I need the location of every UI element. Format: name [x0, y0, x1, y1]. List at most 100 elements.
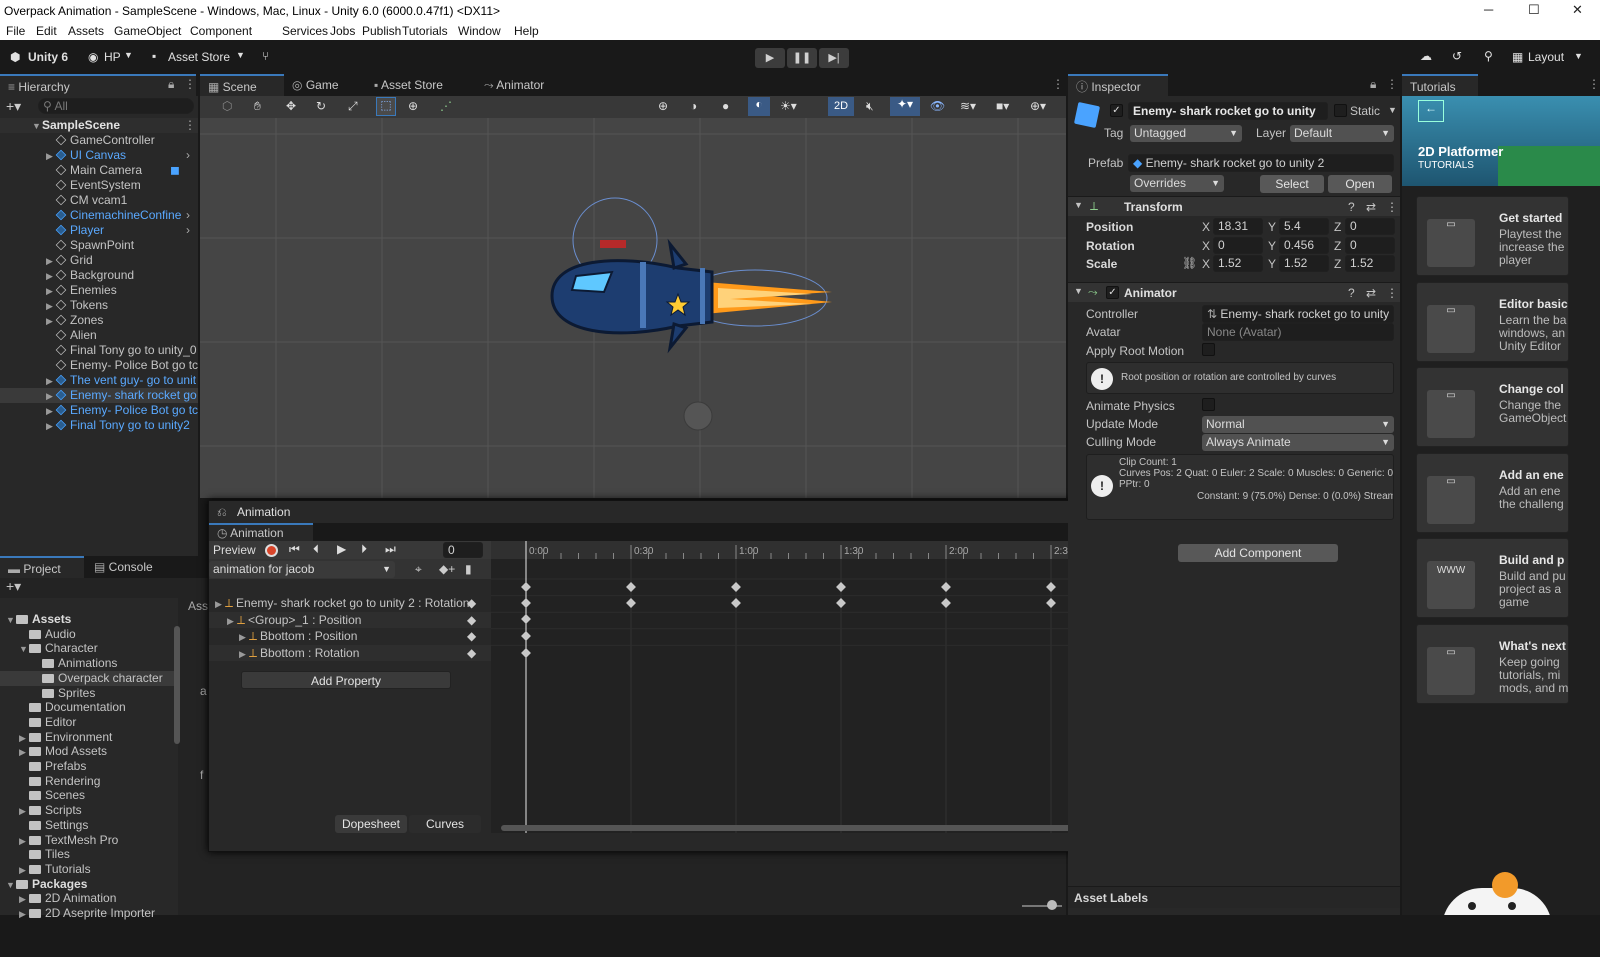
expand-arrow-icon[interactable]: ▶	[46, 389, 56, 403]
help-icon[interactable]: ?	[1348, 286, 1355, 300]
more-icon[interactable]: ⋮	[1588, 77, 1600, 91]
more-icon[interactable]: ⋮	[184, 77, 196, 91]
menu-tutorials[interactable]: Tutorials	[402, 24, 448, 38]
hierarchy-item[interactable]: CM vcam1	[0, 193, 198, 208]
add-event-icon[interactable]: ▮	[465, 562, 472, 576]
next-key-icon[interactable]: ⏵	[361, 542, 367, 557]
expand-arrow-icon[interactable]: ▼	[19, 642, 29, 656]
animation-property-row[interactable]: ▶ ⟂ <Group>_1 : Position ◆	[209, 611, 491, 628]
hierarchy-item[interactable]: SpawnPoint	[0, 238, 198, 253]
project-folder[interactable]: Audio	[0, 627, 178, 642]
hierarchy-item[interactable]: ▶ Final Tony go to unity2	[0, 418, 198, 433]
project-folder[interactable]: Editor	[0, 715, 178, 730]
project-folder[interactable]: ▼ Character	[0, 641, 178, 656]
hand-icon[interactable]: ✋︎	[254, 99, 261, 114]
project-folder[interactable]: Overpack character	[0, 670, 178, 686]
maximize-icon[interactable]: ☐	[1528, 2, 1540, 18]
hierarchy-item[interactable]: Alien	[0, 328, 198, 343]
chevron-right-icon[interactable]: ›	[186, 223, 190, 238]
more-icon[interactable]: ⋮	[1386, 77, 1398, 91]
global-icon[interactable]: ⊕	[658, 99, 668, 113]
active-checkbox[interactable]: ✓	[1110, 104, 1123, 117]
zoom-slider-thumb[interactable]	[1047, 900, 1057, 910]
avatar-field[interactable]: None (Avatar)	[1202, 323, 1394, 341]
animate-physics-checkbox[interactable]	[1202, 398, 1215, 411]
layers-icon[interactable]: ≋▾	[960, 99, 976, 113]
animation-property-row[interactable]: ▶ ⟂ Enemy- shark rocket go to unity 2 : Ro…	[209, 595, 491, 611]
hierarchy-item[interactable]: ▶ Zones	[0, 313, 198, 328]
position-x-field[interactable]: 18.31	[1213, 218, 1263, 235]
rotation-y-field[interactable]: 0.456	[1279, 236, 1329, 254]
expand-arrow-icon[interactable]: ▶	[46, 269, 56, 283]
project-folder[interactable]: ▶ 2D Aseprite Importer	[0, 906, 178, 921]
scale-z-field[interactable]: 1.52	[1345, 255, 1395, 272]
chevron-down-icon[interactable]: ▼	[1388, 105, 1397, 115]
hierarchy-item[interactable]: ▶ The vent guy- go to unit	[0, 373, 198, 388]
tag-dropdown[interactable]: Untagged ▼	[1130, 125, 1242, 142]
expand-arrow-icon[interactable]: ▶	[239, 629, 249, 644]
project-folder[interactable]: ▶ 2D Animation	[0, 891, 178, 906]
close-icon[interactable]: ✕	[1572, 2, 1583, 18]
add-property-button[interactable]: Add Property	[241, 671, 451, 689]
expand-arrow-icon[interactable]: ▶	[239, 646, 249, 661]
key-toggle-icon[interactable]: ◆	[467, 628, 476, 644]
expand-arrow-icon[interactable]: ▶	[215, 596, 225, 611]
expand-arrow-icon[interactable]: ▶	[46, 284, 56, 298]
hierarchy-item[interactable]: EventSystem	[0, 178, 198, 193]
open-button[interactable]: Open	[1328, 175, 1392, 193]
project-folder[interactable]: Sprites	[0, 686, 178, 701]
project-folder[interactable]: ▶ Tutorials	[0, 862, 178, 877]
prev-key-icon[interactable]: ⏴	[313, 542, 319, 557]
hierarchy-item[interactable]: ▶ Enemies	[0, 283, 198, 298]
expand-arrow-icon[interactable]: ▶	[46, 404, 56, 418]
scene-row[interactable]: ▼SampleScene ⋮	[0, 118, 198, 133]
preset-icon[interactable]: ⇄	[1366, 200, 1376, 214]
project-folder[interactable]: ▼ Assets	[0, 612, 178, 627]
expand-arrow-icon[interactable]: ▶	[19, 804, 29, 818]
project-folder[interactable]: Animations	[0, 656, 178, 671]
tab-asset-store[interactable]: ▪ Asset Store	[366, 74, 451, 96]
hierarchy-item[interactable]: ▶ Background	[0, 268, 198, 283]
effects-icon[interactable]: ✦▾	[890, 97, 920, 116]
hierarchy-item[interactable]: ▶ UI Canvas ›	[0, 148, 198, 163]
camera-icon[interactable]: ■▾	[996, 99, 1009, 113]
play-icon[interactable]: ▶	[337, 542, 346, 556]
tab-scene[interactable]: ▦ Scene	[200, 74, 284, 96]
apply-root-checkbox[interactable]	[1202, 343, 1215, 356]
tutorial-card[interactable]: ▭ Change col Change the GameObject	[1416, 367, 1569, 447]
hierarchy-item[interactable]: Final Tony go to unity_0	[0, 343, 198, 358]
project-folder[interactable]: ▼ Packages	[0, 877, 178, 892]
project-folder[interactable]: ▶ TextMesh Pro	[0, 833, 178, 848]
tab-hierarchy[interactable]: ≡ Hierarchy	[0, 74, 196, 96]
hierarchy-item[interactable]: Player ›	[0, 223, 198, 238]
link-icon[interactable]: ⛓	[1182, 256, 1197, 270]
culling-mode-dropdown[interactable]: Always Animate ▼	[1202, 434, 1394, 451]
project-folder[interactable]: ▶ Scripts	[0, 803, 178, 818]
expand-arrow-icon[interactable]: ▶	[19, 731, 29, 745]
tab-tutorials[interactable]: Tutorials	[1402, 74, 1478, 96]
more-icon[interactable]: ⋮	[1052, 77, 1064, 91]
key-toggle-icon[interactable]: ◆	[467, 645, 476, 661]
tutorial-card[interactable]: WWW Build and p Build and pu project as a …	[1416, 538, 1569, 618]
scale-icon[interactable]: ⤢	[348, 99, 358, 114]
tab-game[interactable]: ◎ Game	[284, 74, 347, 96]
expand-arrow-icon[interactable]: ▶	[46, 374, 56, 388]
hierarchy-item[interactable]: ▶ Enemy- Police Bot go tc	[0, 403, 198, 418]
scale-x-field[interactable]: 1.52	[1213, 255, 1263, 272]
first-key-icon[interactable]: ⏮	[289, 542, 300, 557]
lighting-icon[interactable]: ☀▾	[780, 99, 797, 113]
history-icon[interactable]: ↺	[1452, 49, 1462, 63]
hierarchy-search-input[interactable]: ⚲ All	[38, 98, 194, 114]
clip-dropdown[interactable]: animation for jacob ▼	[209, 561, 395, 578]
dopesheet-button[interactable]: Dopesheet	[335, 815, 407, 833]
visibility-icon[interactable]: 👁︎	[930, 99, 945, 113]
expand-arrow-icon[interactable]: ▶	[46, 149, 56, 163]
animator-header[interactable]: ▼ ⤳ ✓ Animator ? ⇄ ⋮	[1068, 282, 1400, 302]
hierarchy-item[interactable]: GameController	[0, 133, 198, 148]
add-key-icon[interactable]: ◆+	[439, 562, 455, 576]
menu-window[interactable]: Window	[458, 24, 501, 38]
audio-icon[interactable]: 🔇︎	[866, 99, 874, 114]
project-folder[interactable]: ▶ Environment	[0, 730, 178, 745]
menu-component[interactable]: Component	[190, 24, 252, 38]
mode-2d-button[interactable]: 2D	[828, 97, 854, 116]
